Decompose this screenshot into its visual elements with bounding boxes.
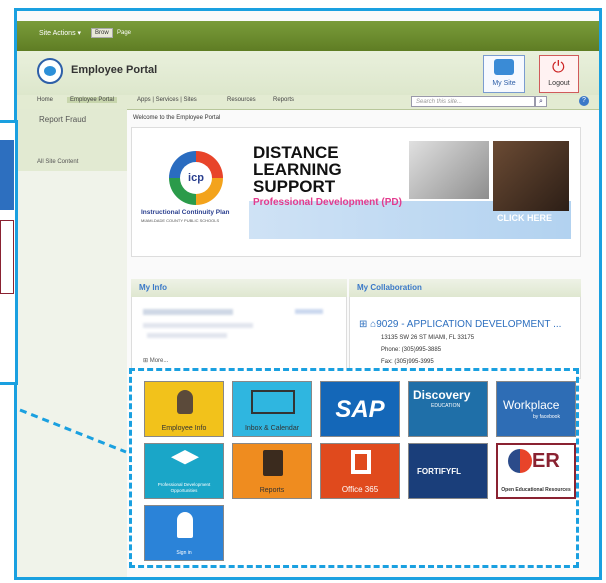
callout-connector — [19, 408, 127, 454]
